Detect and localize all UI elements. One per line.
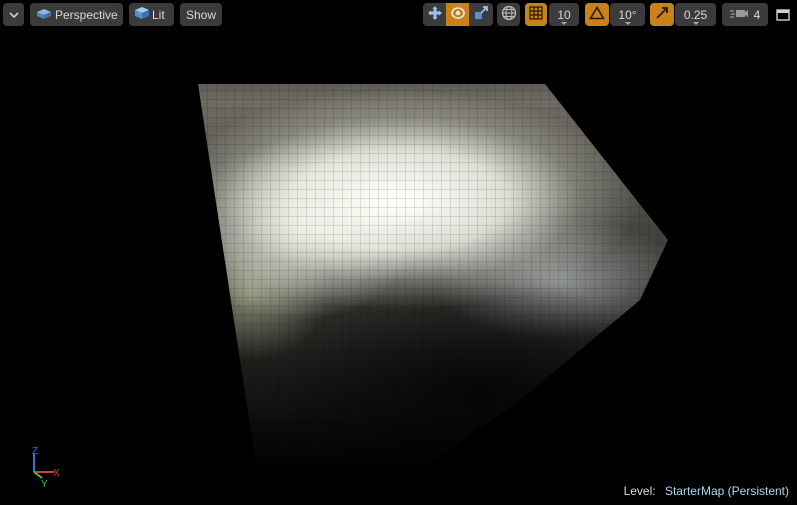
camera-speed-value: 4	[753, 7, 761, 22]
show-flags-label: Show	[185, 7, 217, 22]
coordinate-space-button[interactable]	[497, 3, 520, 26]
grid-snap-toggle[interactable]	[525, 3, 547, 26]
chevron-down-icon	[561, 22, 567, 25]
rotate-icon	[450, 5, 466, 24]
grid-snap-value-dropdown[interactable]: 10	[549, 3, 579, 26]
camera-speed-icon	[729, 7, 748, 22]
lighting-mode-button[interactable]: Lit	[129, 3, 174, 26]
axis-gizmo: Z X Y	[24, 444, 68, 490]
lit-sphere-icon	[134, 6, 150, 23]
rotation-snap-value-dropdown[interactable]: 10°	[610, 3, 645, 26]
view-mode-label: Perspective	[55, 7, 118, 22]
viewport-options-button[interactable]	[3, 3, 24, 26]
level-label: Level:	[623, 484, 656, 498]
level-indicator: Level: StarterMap (Persistent)	[624, 484, 789, 498]
angle-icon	[589, 5, 605, 23]
chevron-down-icon	[8, 8, 19, 22]
rotation-snap-toggle[interactable]	[585, 3, 609, 26]
scale-snap-value: 0.25	[683, 7, 708, 22]
perspective-cube-icon	[35, 6, 53, 23]
scale-snap-toggle[interactable]	[650, 3, 674, 26]
translate-tool-button[interactable]	[423, 3, 446, 26]
scale-arrow-icon	[655, 6, 669, 23]
chevron-down-icon	[624, 22, 631, 25]
maximize-viewport-button[interactable]	[776, 8, 790, 21]
chevron-down-icon	[692, 22, 699, 25]
rotate-tool-button[interactable]	[446, 3, 469, 26]
plane-shadow	[198, 84, 668, 505]
z-axis-label: Z	[32, 446, 38, 457]
scale-snap-value-dropdown[interactable]: 0.25	[675, 3, 716, 26]
y-axis-label: Y	[41, 479, 48, 488]
lighting-mode-label: Lit	[152, 7, 165, 22]
grid-icon	[529, 6, 543, 23]
camera-speed-button[interactable]: 4	[722, 3, 768, 26]
x-axis-label: X	[53, 468, 60, 479]
move-arrows-icon	[427, 5, 443, 24]
rotation-snap-value: 10°	[618, 7, 637, 22]
scale-tool-button[interactable]	[469, 3, 492, 26]
scale-icon	[473, 5, 489, 24]
show-flags-button[interactable]: Show	[180, 3, 222, 26]
view-mode-button[interactable]: Perspective	[30, 3, 123, 26]
grid-snap-value: 10	[557, 7, 571, 22]
transform-tools-group	[423, 3, 493, 26]
maximize-icon	[776, 8, 790, 26]
level-name: StarterMap (Persistent)	[664, 484, 789, 498]
level-viewport[interactable]	[0, 0, 797, 505]
globe-icon	[501, 5, 517, 24]
